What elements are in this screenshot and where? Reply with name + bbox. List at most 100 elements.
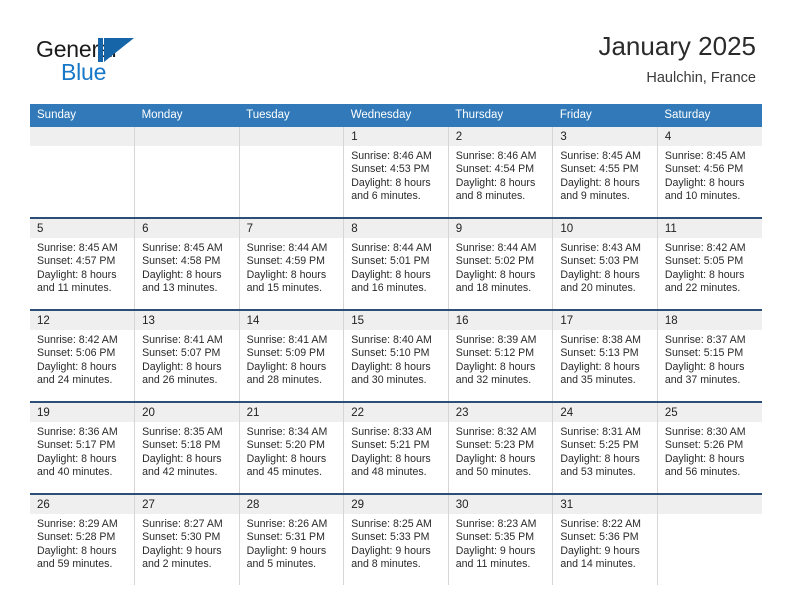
cell-inner: 21 Sunrise: 8:34 AM Sunset: 5:20 PM Dayligh…: [239, 403, 344, 493]
brand-logo[interactable]: General Blue: [36, 36, 226, 86]
sunrise-text: Sunrise: 8:44 AM: [246, 242, 328, 254]
calendar-cell-day-15[interactable]: 15 Sunrise: 8:40 AM Sunset: 5:10 PM Dayligh…: [343, 309, 449, 402]
day-details: Sunrise: 8:35 AM Sunset: 5:18 PM Daylight:…: [135, 422, 239, 479]
cell-inner: 16 Sunrise: 8:39 AM Sunset: 5:12 PM Dayligh…: [448, 311, 553, 401]
calendar-cell-day-21[interactable]: 21 Sunrise: 8:34 AM Sunset: 5:20 PM Dayligh…: [239, 401, 345, 494]
sunset-text: Sunset: 5:26 PM: [664, 439, 744, 452]
calendar-cell-day-24[interactable]: 24 Sunrise: 8:31 AM Sunset: 5:25 PM Dayligh…: [552, 401, 658, 494]
sunset-text: Sunset: 5:01 PM: [351, 255, 430, 268]
cell-inner: 11 Sunrise: 8:42 AM Sunset: 5:05 PM Dayligh…: [657, 219, 762, 309]
calendar-cell-day-25[interactable]: 25 Sunrise: 8:30 AM Sunset: 5:26 PM Dayligh…: [657, 401, 762, 494]
day-number: 26: [30, 495, 135, 514]
calendar-cell-day-8[interactable]: 8 Sunrise: 8:44 AM Sunset: 5:01 PM Daylight…: [343, 217, 449, 310]
calendar-cell-day-7[interactable]: 7 Sunrise: 8:44 AM Sunset: 4:59 PM Daylight…: [239, 217, 345, 310]
sunrise-text: Sunrise: 8:42 AM: [664, 242, 746, 254]
sunset-text: Sunset: 5:20 PM: [246, 439, 325, 452]
calendar-cell-day-12[interactable]: 12 Sunrise: 8:42 AM Sunset: 5:06 PM Dayligh…: [30, 309, 136, 402]
calendar-cell-day-22[interactable]: 22 Sunrise: 8:33 AM Sunset: 5:21 PM Dayligh…: [343, 401, 449, 494]
cell-inner: 24 Sunrise: 8:31 AM Sunset: 5:25 PM Dayligh…: [553, 403, 657, 493]
calendar-cell-day-30[interactable]: 30 Sunrise: 8:23 AM Sunset: 5:35 PM Dayligh…: [448, 493, 554, 585]
day-details: Sunrise: 8:44 AM Sunset: 5:01 PM Daylight:…: [344, 238, 448, 295]
sunset-text: Sunset: 5:13 PM: [560, 347, 639, 360]
calendar-cell-day-10[interactable]: 10 Sunrise: 8:43 AM Sunset: 5:03 PM Dayligh…: [552, 217, 658, 310]
daylight-text-line2: and 26 minutes.: [142, 373, 218, 386]
cell-inner: 8 Sunrise: 8:44 AM Sunset: 5:01 PM Daylight…: [344, 219, 448, 309]
cell-inner: 6 Sunrise: 8:45 AM Sunset: 4:58 PM Daylight…: [135, 219, 239, 309]
day-details: Sunrise: 8:45 AM Sunset: 4:56 PM Daylight:…: [658, 146, 762, 203]
sunset-text: Sunset: 5:21 PM: [351, 439, 430, 452]
calendar-cell-day-29[interactable]: 29 Sunrise: 8:25 AM Sunset: 5:33 PM Dayligh…: [343, 493, 449, 585]
daylight-text-line2: and 8 minutes.: [351, 557, 421, 570]
daylight-text-line1: Daylight: 8 hours: [664, 360, 745, 373]
sunrise-text: Sunrise: 8:36 AM: [37, 426, 118, 438]
calendar-cell-day-5[interactable]: 5 Sunrise: 8:45 AM Sunset: 4:57 PM Daylight…: [30, 217, 136, 310]
daylight-text-line1: Daylight: 9 hours: [351, 544, 431, 557]
sunset-text: Sunset: 4:57 PM: [37, 255, 116, 268]
calendar-cell-day-1[interactable]: 1 Sunrise: 8:46 AM Sunset: 4:53 PM Daylight…: [343, 127, 449, 218]
sunset-text: Sunset: 5:35 PM: [455, 531, 535, 544]
daylight-text-line2: and 35 minutes.: [560, 373, 636, 386]
day-number: 24: [553, 403, 657, 422]
cell-inner: 2 Sunrise: 8:46 AM Sunset: 4:54 PM Daylight…: [448, 127, 553, 217]
calendar-cell-day-9[interactable]: 9 Sunrise: 8:44 AM Sunset: 5:02 PM Daylight…: [448, 217, 554, 310]
location-subtitle: Haulchin, France: [646, 70, 756, 86]
calendar-cell-day-28[interactable]: 28 Sunrise: 8:26 AM Sunset: 5:31 PM Dayligh…: [239, 493, 345, 585]
calendar-cell-day-3[interactable]: 3 Sunrise: 8:45 AM Sunset: 4:55 PM Daylight…: [552, 127, 658, 218]
calendar-cell-day-19[interactable]: 19 Sunrise: 8:36 AM Sunset: 5:17 PM Dayligh…: [30, 401, 136, 494]
daylight-text-line1: Daylight: 8 hours: [351, 452, 431, 465]
daylight-text-line2: and 18 minutes.: [455, 281, 532, 294]
daylight-text-line2: and 15 minutes.: [246, 281, 323, 294]
cell-inner: 19 Sunrise: 8:36 AM Sunset: 5:17 PM Dayligh…: [30, 403, 135, 493]
cell-inner: 27 Sunrise: 8:27 AM Sunset: 5:30 PM Dayligh…: [135, 495, 239, 585]
calendar-cell-day-14[interactable]: 14 Sunrise: 8:41 AM Sunset: 5:09 PM Dayligh…: [239, 309, 345, 402]
day-details: Sunrise: 8:23 AM Sunset: 5:35 PM Daylight:…: [449, 514, 553, 571]
page-title: January 2025: [598, 31, 756, 61]
calendar-cell-day-23[interactable]: 23 Sunrise: 8:32 AM Sunset: 5:23 PM Dayligh…: [448, 401, 554, 494]
cell-inner: 13 Sunrise: 8:41 AM Sunset: 5:07 PM Dayligh…: [135, 311, 239, 401]
daylight-text-line1: Daylight: 8 hours: [37, 360, 117, 373]
calendar-cell-empty: [657, 493, 762, 585]
calendar-cell-day-6[interactable]: 6 Sunrise: 8:45 AM Sunset: 4:58 PM Daylight…: [134, 217, 240, 310]
cell-inner: 1 Sunrise: 8:46 AM Sunset: 4:53 PM Daylight…: [344, 127, 448, 217]
daylight-text-line1: Daylight: 8 hours: [664, 452, 745, 465]
calendar-cell-day-17[interactable]: 17 Sunrise: 8:38 AM Sunset: 5:13 PM Dayligh…: [552, 309, 658, 402]
cell-inner: 10 Sunrise: 8:43 AM Sunset: 5:03 PM Dayligh…: [553, 219, 657, 309]
daylight-text-line2: and 10 minutes.: [664, 189, 741, 202]
calendar-cell-day-27[interactable]: 27 Sunrise: 8:27 AM Sunset: 5:30 PM Dayligh…: [134, 493, 240, 585]
day-number: 14: [239, 311, 344, 330]
calendar-cell-day-18[interactable]: 18 Sunrise: 8:37 AM Sunset: 5:15 PM Dayligh…: [657, 309, 762, 402]
sunrise-text: Sunrise: 8:31 AM: [560, 426, 641, 438]
sunrise-text: Sunrise: 8:32 AM: [455, 426, 537, 438]
brand-name-blue: Blue: [61, 59, 107, 85]
day-number: 7: [239, 219, 344, 238]
weekday-header-wednesday: Wednesday: [343, 104, 449, 127]
calendar-cell-day-13[interactable]: 13 Sunrise: 8:41 AM Sunset: 5:07 PM Dayligh…: [134, 309, 240, 402]
calendar-cell-day-20[interactable]: 20 Sunrise: 8:35 AM Sunset: 5:18 PM Dayligh…: [134, 401, 240, 494]
day-number: 20: [135, 403, 239, 422]
sunset-text: Sunset: 5:05 PM: [664, 255, 744, 268]
calendar-cell-day-11[interactable]: 11 Sunrise: 8:42 AM Sunset: 5:05 PM Dayligh…: [657, 217, 762, 310]
daylight-text-line1: Daylight: 8 hours: [351, 268, 431, 281]
sunrise-text: Sunrise: 8:44 AM: [455, 242, 537, 254]
cell-inner: 20 Sunrise: 8:35 AM Sunset: 5:18 PM Dayligh…: [135, 403, 239, 493]
day-number: 5: [30, 219, 135, 238]
weekday-header-friday: Friday: [552, 104, 658, 127]
sunset-text: Sunset: 5:23 PM: [455, 439, 535, 452]
calendar-cell-day-31[interactable]: 31 Sunrise: 8:22 AM Sunset: 5:36 PM Dayligh…: [552, 493, 658, 585]
day-number: 15: [344, 311, 448, 330]
calendar-cell-day-4[interactable]: 4 Sunrise: 8:45 AM Sunset: 4:56 PM Daylight…: [657, 127, 762, 218]
sunset-text: Sunset: 5:09 PM: [246, 347, 325, 360]
daylight-text-line1: Daylight: 8 hours: [351, 360, 431, 373]
daylight-text-line2: and 11 minutes.: [37, 281, 112, 294]
day-number: 4: [657, 127, 762, 146]
cell-inner: 30 Sunrise: 8:23 AM Sunset: 5:35 PM Dayligh…: [448, 495, 553, 585]
calendar-cell-day-26[interactable]: 26 Sunrise: 8:29 AM Sunset: 5:28 PM Dayligh…: [30, 493, 136, 585]
daylight-text-line2: and 24 minutes.: [37, 373, 113, 386]
day-number: [239, 127, 344, 146]
daylight-text-line2: and 22 minutes.: [664, 281, 741, 294]
sunrise-text: Sunrise: 8:22 AM: [560, 518, 641, 530]
day-number: 9: [448, 219, 553, 238]
calendar-cell-day-16[interactable]: 16 Sunrise: 8:39 AM Sunset: 5:12 PM Dayligh…: [448, 309, 554, 402]
daylight-text-line2: and 20 minutes.: [560, 281, 636, 294]
calendar-cell-day-2[interactable]: 2 Sunrise: 8:46 AM Sunset: 4:54 PM Daylight…: [448, 127, 554, 218]
